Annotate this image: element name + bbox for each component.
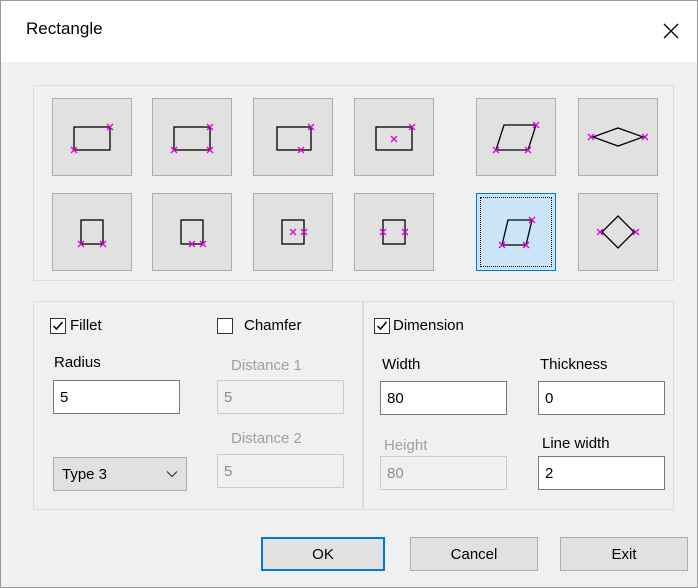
close-button[interactable]: [650, 10, 692, 52]
cancel-label: Cancel: [450, 545, 498, 563]
height-label: Height: [384, 437, 428, 454]
distance1-field[interactable]: 5: [217, 380, 344, 414]
parallelogram-selected-icon: [498, 216, 536, 249]
distance1-value: 5: [224, 388, 233, 406]
ok-button[interactable]: OK: [261, 537, 385, 571]
ok-label: OK: [312, 545, 334, 563]
dimension-checkbox[interactable]: [374, 318, 390, 334]
shape-button-rect-center-and-corner[interactable]: [354, 98, 434, 176]
rhombus-horizontal-icon: [587, 127, 649, 147]
square-center-side-icon: [281, 219, 308, 245]
line-width-field[interactable]: 2: [538, 456, 665, 490]
rect-corner-midpoint-icon: [276, 123, 315, 154]
distance1-label: Distance 1: [231, 357, 302, 374]
square-side-midpoints-icon: [379, 219, 409, 245]
title-bar: [0, 0, 698, 62]
shape-button-parallelogram-three-points[interactable]: [476, 98, 556, 176]
shape-button-square-bottom-midpoint[interactable]: [152, 193, 232, 271]
distance2-field[interactable]: 5: [217, 454, 344, 488]
distance2-value: 5: [224, 462, 233, 480]
shape-button-rect-three-corners[interactable]: [152, 98, 232, 176]
width-label: Width: [382, 356, 421, 373]
rect-center-corner-icon: [375, 123, 416, 151]
shape-button-square-side-midpoints[interactable]: [354, 193, 434, 271]
distance2-label: Distance 2: [231, 430, 302, 447]
height-value: 80: [387, 464, 404, 482]
chamfer-label: Chamfer: [244, 317, 302, 334]
parallelogram-icon: [492, 121, 540, 154]
line-width-label: Line width: [542, 435, 610, 452]
shape-button-rhombus-diamond[interactable]: [578, 193, 658, 271]
square-bottom-corners-icon: [77, 219, 107, 248]
thickness-label: Thickness: [540, 356, 608, 373]
square-bottom-midpoint-icon: [180, 219, 207, 248]
fillet-type-value: Type 3: [62, 465, 108, 483]
rect-three-corners-icon: [170, 123, 214, 154]
line-width-value: 2: [545, 464, 554, 482]
rhombus-diamond-icon: [596, 215, 640, 249]
fillet-type-select[interactable]: Type 3: [53, 457, 187, 491]
shape-button-rect-corner-and-midpoint[interactable]: [253, 98, 333, 176]
dimension-label: Dimension: [393, 317, 464, 334]
height-field[interactable]: 80: [380, 456, 507, 490]
shape-button-parallelogram-selected[interactable]: [476, 193, 556, 271]
thickness-value: 0: [545, 389, 554, 407]
fillet-checkbox[interactable]: [50, 318, 66, 334]
rect-two-corners-icon: [70, 123, 114, 154]
chamfer-checkbox[interactable]: [217, 318, 233, 334]
exit-label: Exit: [611, 545, 637, 563]
radius-field[interactable]: 5: [53, 380, 180, 414]
window-title: Rectangle: [26, 19, 103, 38]
radius-label: Radius: [54, 354, 101, 371]
exit-button[interactable]: Exit: [560, 537, 688, 571]
shape-button-rect-two-corners[interactable]: [52, 98, 132, 176]
chevron-down-icon: [158, 470, 186, 478]
thickness-field[interactable]: 0: [538, 381, 665, 415]
fillet-label: Fillet: [70, 317, 102, 334]
check-icon: [52, 321, 64, 331]
cancel-button[interactable]: Cancel: [410, 537, 538, 571]
shape-button-square-center-and-side[interactable]: [253, 193, 333, 271]
shape-button-square-two-bottom-corners[interactable]: [52, 193, 132, 271]
shape-button-rhombus-horizontal[interactable]: [578, 98, 658, 176]
width-value: 80: [387, 389, 404, 407]
width-field[interactable]: 80: [380, 381, 507, 415]
radius-value: 5: [60, 388, 69, 406]
close-icon: [663, 23, 679, 39]
check-icon: [376, 321, 388, 331]
